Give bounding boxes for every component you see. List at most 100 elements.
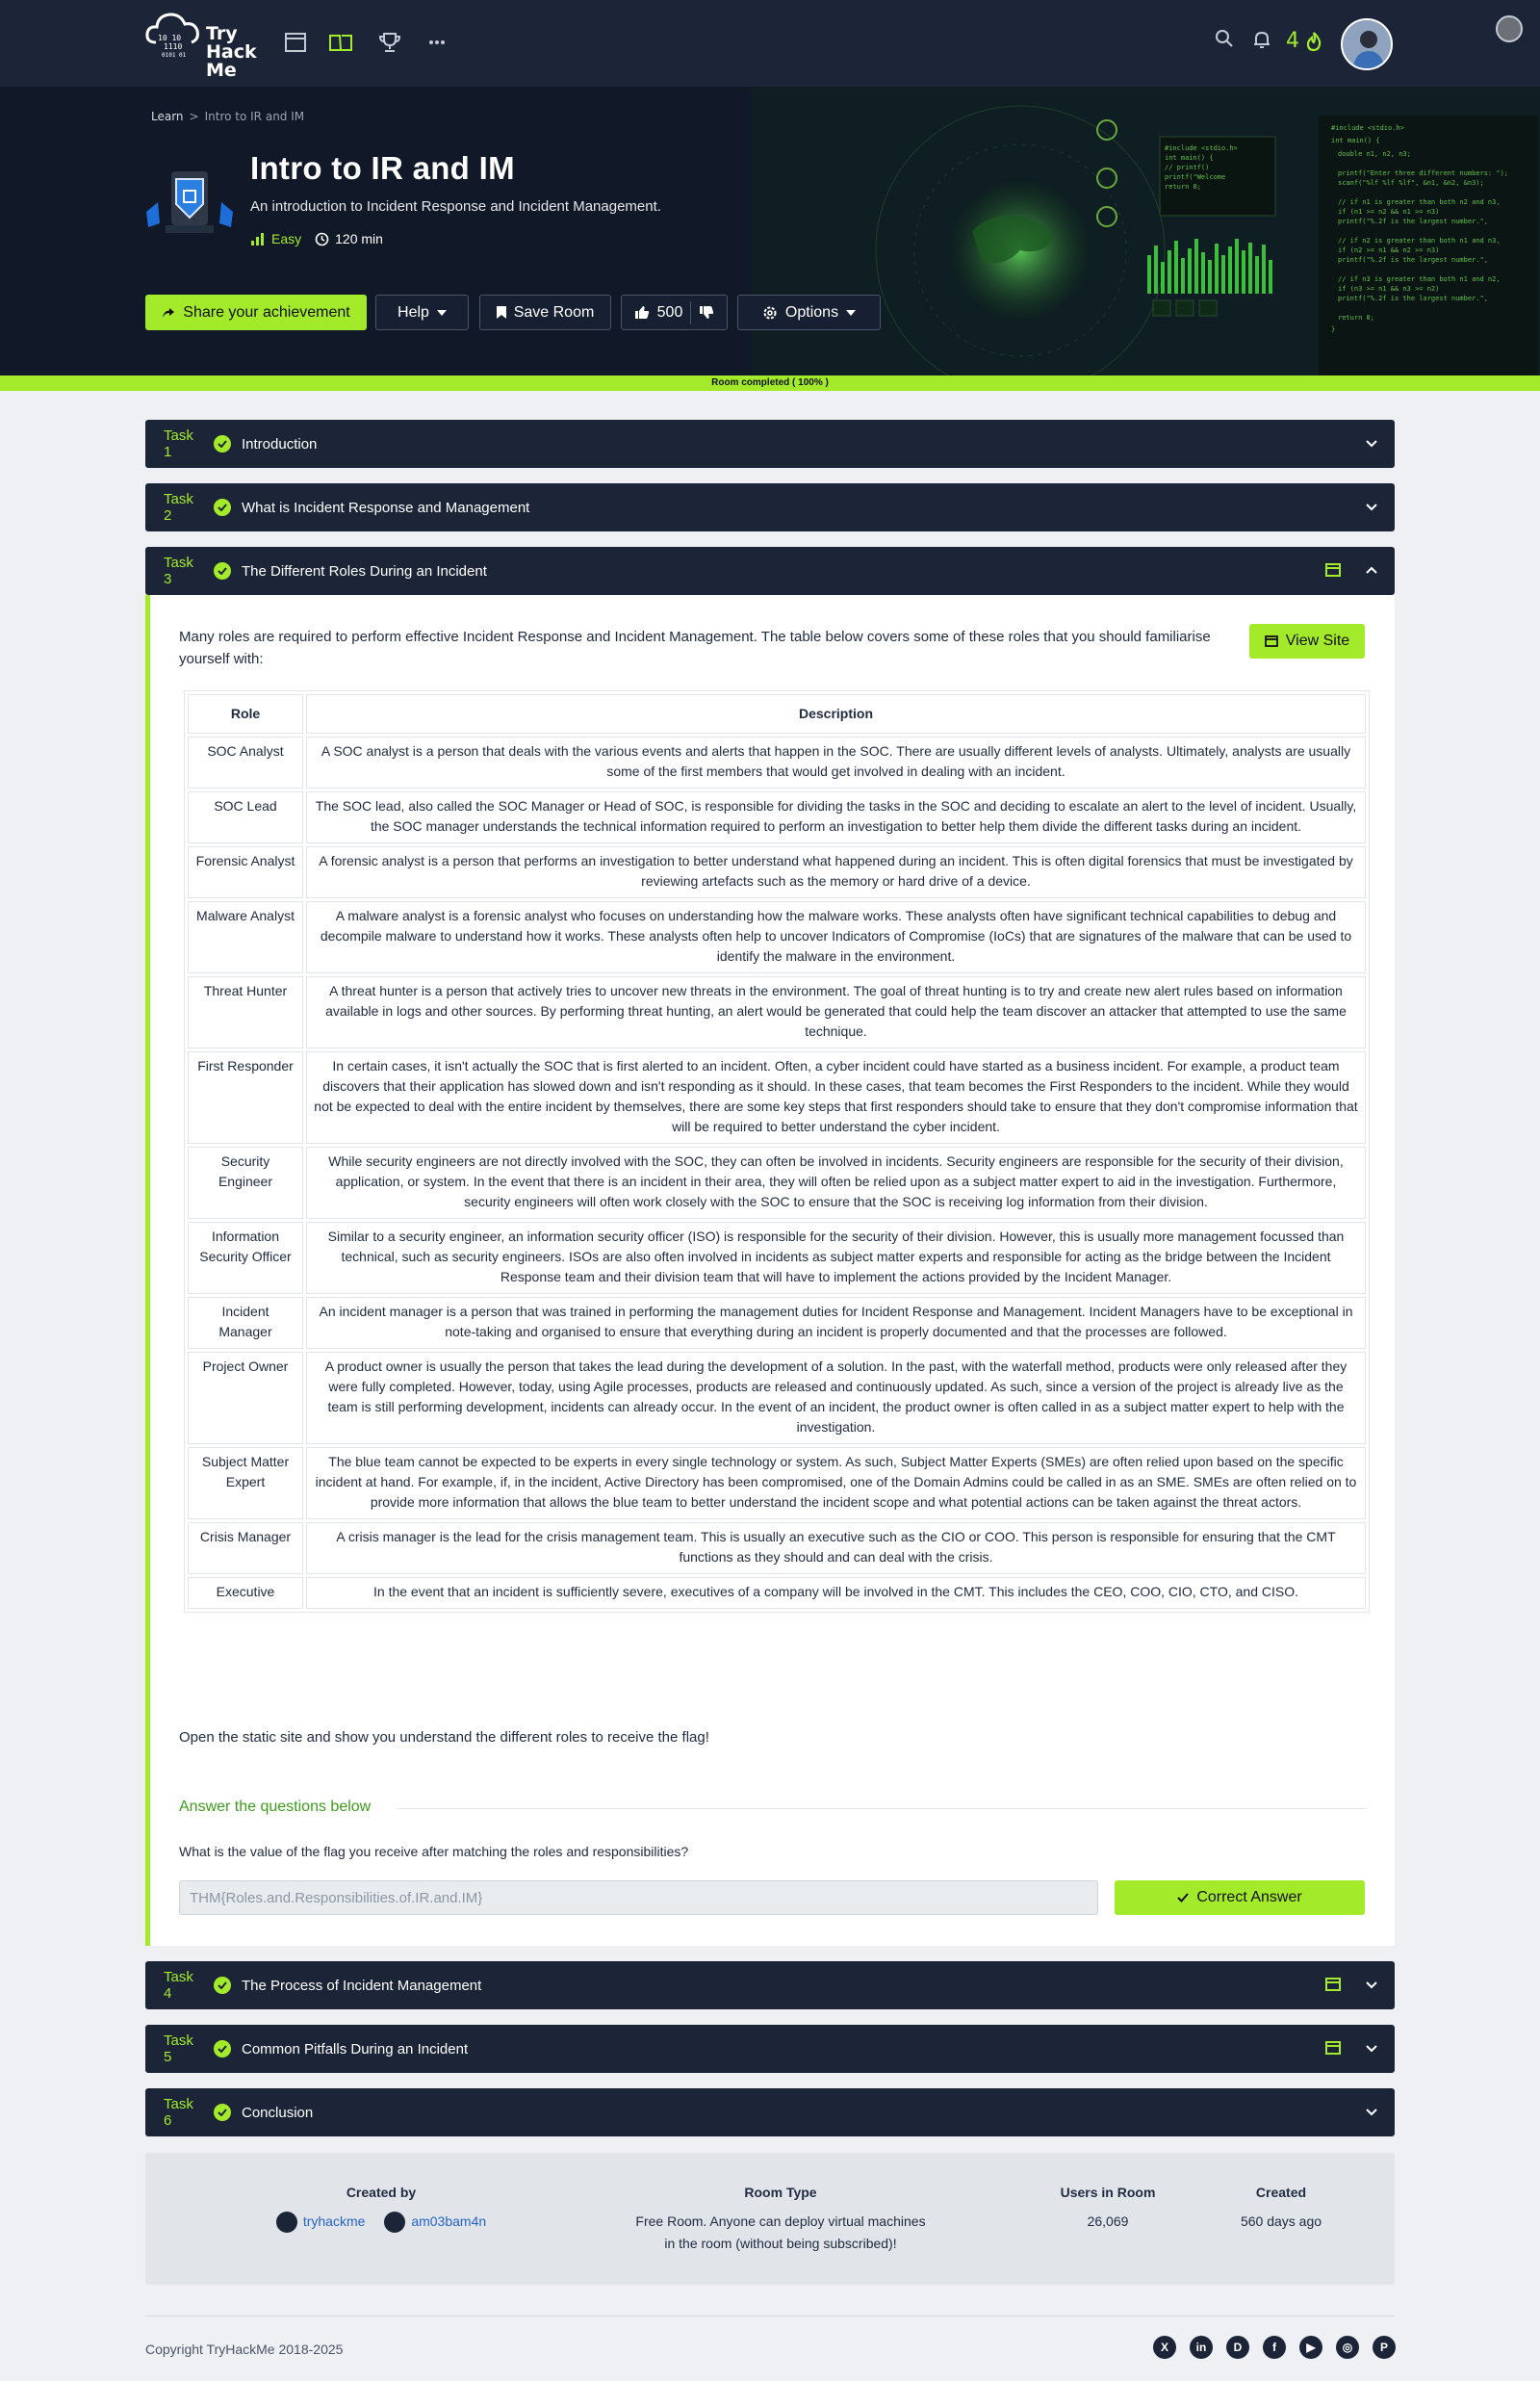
- dashboard-icon[interactable]: [282, 29, 309, 56]
- save-room-button[interactable]: Save Room: [479, 295, 611, 330]
- description-cell: Similar to a security engineer, an infor…: [306, 1222, 1366, 1294]
- breadcrumb-learn[interactable]: Learn: [151, 110, 184, 123]
- vote-divider: [690, 300, 692, 324]
- task-6-header[interactable]: Task 6 Conclusion: [145, 2088, 1395, 2136]
- description-cell: A malware analyst is a forensic analyst …: [306, 901, 1366, 973]
- streak-counter[interactable]: 4: [1286, 29, 1324, 53]
- task-instruction-text: Open the static site and show you unders…: [179, 1729, 709, 1746]
- help-dropdown-button[interactable]: Help: [375, 295, 469, 330]
- options-label: Options: [784, 303, 839, 321]
- learn-book-icon[interactable]: [327, 29, 354, 56]
- table-row: Malware Analyst A malware analyst is a fo…: [188, 901, 1366, 973]
- role-cell: Incident Manager: [188, 1297, 303, 1349]
- flame-icon: [1306, 31, 1322, 51]
- svg-text:#include <stdio.h>: #include <stdio.h>: [1165, 144, 1238, 152]
- thumbs-up-icon[interactable]: [634, 305, 650, 320]
- svg-text:#include <stdio.h>: #include <stdio.h>: [1331, 124, 1404, 132]
- role-cell: SOC Analyst: [188, 737, 303, 789]
- task-2-header[interactable]: Task 2 What is Incident Response and Man…: [145, 483, 1395, 531]
- discord-icon[interactable]: D: [1226, 2336, 1249, 2359]
- chevron-up-icon: [1366, 566, 1377, 574]
- view-site-button[interactable]: View Site: [1249, 624, 1365, 659]
- description-cell: While security engineers are not directl…: [306, 1147, 1366, 1219]
- role-cell: Security Engineer: [188, 1147, 303, 1219]
- creator-avatar: [275, 2211, 297, 2233]
- svg-text:// if n3 is greater than both: // if n3 is greater than both n1 and n2,: [1338, 275, 1501, 283]
- facebook-icon[interactable]: f: [1263, 2336, 1286, 2359]
- table-row: Forensic Analyst A forensic analyst is a …: [188, 846, 1366, 898]
- difficulty-label: Easy: [271, 231, 302, 246]
- thumbs-down-icon[interactable]: [699, 305, 714, 320]
- svg-text:printf("%.2f is the largest nu: printf("%.2f is the largest number.",: [1338, 295, 1488, 302]
- task-name: What is Incident Response and Management: [242, 499, 530, 516]
- table-row: Subject Matter Expert The blue team canno…: [188, 1447, 1366, 1519]
- duration-badge: 120 min: [315, 231, 383, 246]
- task-number: Task 2: [164, 491, 193, 524]
- description-cell: A SOC analyst is a person that deals wit…: [306, 737, 1366, 789]
- svg-text:// printf(): // printf(): [1165, 164, 1209, 171]
- site-window-icon: [1325, 1978, 1341, 1991]
- question-text: What is the value of the flag you receiv…: [179, 1844, 689, 1859]
- correct-answer-button[interactable]: Correct Answer: [1115, 1880, 1365, 1915]
- table-row: SOC Analyst A SOC analyst is a person tha…: [188, 737, 1366, 789]
- difficulty-badge: Easy: [250, 231, 301, 246]
- answer-input[interactable]: [179, 1880, 1098, 1915]
- svg-text:scanf("%lf %lf %lf", &n1, &n2,: scanf("%lf %lf %lf", &n1, &n2, &n3);: [1338, 179, 1484, 187]
- share-icon: [163, 307, 175, 318]
- creator-link[interactable]: am03bam4n: [384, 2211, 486, 2233]
- x-icon[interactable]: X: [1153, 2336, 1176, 2359]
- task-5-header[interactable]: Task 5 Common Pitfalls During an Inciden…: [145, 2025, 1395, 2073]
- users-value: 26,069: [1087, 2213, 1129, 2229]
- top-navbar: 10 10 1110 0101 01 Try Hack Me 4: [0, 0, 1540, 87]
- help-label: Help: [398, 303, 429, 321]
- tryhackme-logo[interactable]: 10 10 1110 0101 01 Try Hack Me: [144, 10, 260, 81]
- svg-text:// if n1 is greater than both: // if n1 is greater than both n2 and n3,: [1338, 198, 1501, 206]
- creator-link[interactable]: tryhackme: [275, 2211, 365, 2233]
- chevron-down-icon: [1366, 1981, 1377, 1989]
- trophy-icon[interactable]: [376, 29, 403, 56]
- options-dropdown-button[interactable]: Options: [737, 295, 881, 330]
- room-title: Intro to IR and IM: [250, 150, 515, 186]
- description-cell: In the event that an incident is suffici…: [306, 1577, 1366, 1609]
- svg-text:double n1, n2, n3;: double n1, n2, n3;: [1338, 150, 1411, 158]
- clock-icon: [315, 232, 329, 246]
- more-icon[interactable]: [424, 29, 450, 56]
- copyright-text: Copyright TryHackMe 2018-2025: [145, 2342, 344, 2357]
- share-achievement-button[interactable]: Share your achievement: [145, 295, 367, 330]
- task-3-header[interactable]: Task 3 The Different Roles During an Inc…: [145, 547, 1395, 595]
- task-1-header[interactable]: Task 1 Introduction: [145, 420, 1395, 468]
- svg-text:int main() {: int main() {: [1165, 154, 1214, 162]
- answer-section-divider: [398, 1808, 1368, 1809]
- description-cell: An incident manager is a person that was…: [306, 1297, 1366, 1349]
- creator-avatar: [384, 2211, 406, 2233]
- caret-down-icon: [846, 309, 857, 316]
- room-meta: Easy 120 min: [250, 231, 383, 246]
- instagram-icon[interactable]: ◎: [1336, 2336, 1359, 2359]
- task-4-header[interactable]: Task 4 The Process of Incident Managemen…: [145, 1961, 1395, 2009]
- pinterest-icon[interactable]: P: [1373, 2336, 1396, 2359]
- created-value: 560 days ago: [1240, 2213, 1322, 2229]
- search-icon[interactable]: [1215, 29, 1234, 48]
- column-header-description: Description: [306, 694, 1366, 734]
- site-window-icon: [1325, 563, 1341, 577]
- vote-count: 500: [656, 303, 683, 321]
- task-intro-text: Many roles are required to perform effec…: [179, 629, 1211, 667]
- room-info-box: Created by tryhackme am03bam4n Room Type…: [145, 2153, 1395, 2285]
- description-cell: The SOC lead, also called the SOC Manage…: [306, 791, 1366, 843]
- linkedin-icon[interactable]: in: [1190, 2336, 1213, 2359]
- chevron-down-icon: [1366, 2109, 1377, 2116]
- chevron-down-icon: [1366, 440, 1377, 448]
- role-cell: Malware Analyst: [188, 901, 303, 973]
- task-number: Task 5: [164, 2032, 193, 2065]
- bell-icon[interactable]: [1251, 29, 1272, 50]
- role-cell: Subject Matter Expert: [188, 1447, 303, 1519]
- youtube-icon[interactable]: ▶: [1299, 2336, 1322, 2359]
- svg-text:printf("%.2f is the largest nu: printf("%.2f is the largest number.",: [1338, 256, 1488, 264]
- user-avatar[interactable]: [1341, 18, 1393, 70]
- role-cell: Executive: [188, 1577, 303, 1609]
- task-number: Task 6: [164, 2096, 193, 2129]
- svg-text:printf("%.2f is the largest nu: printf("%.2f is the largest number.",: [1338, 218, 1488, 225]
- logo-text: Try Hack Me: [206, 23, 257, 81]
- status-indicator[interactable]: [1496, 15, 1523, 42]
- cloud-logo-icon: 10 10 1110 0101 01: [145, 13, 199, 59]
